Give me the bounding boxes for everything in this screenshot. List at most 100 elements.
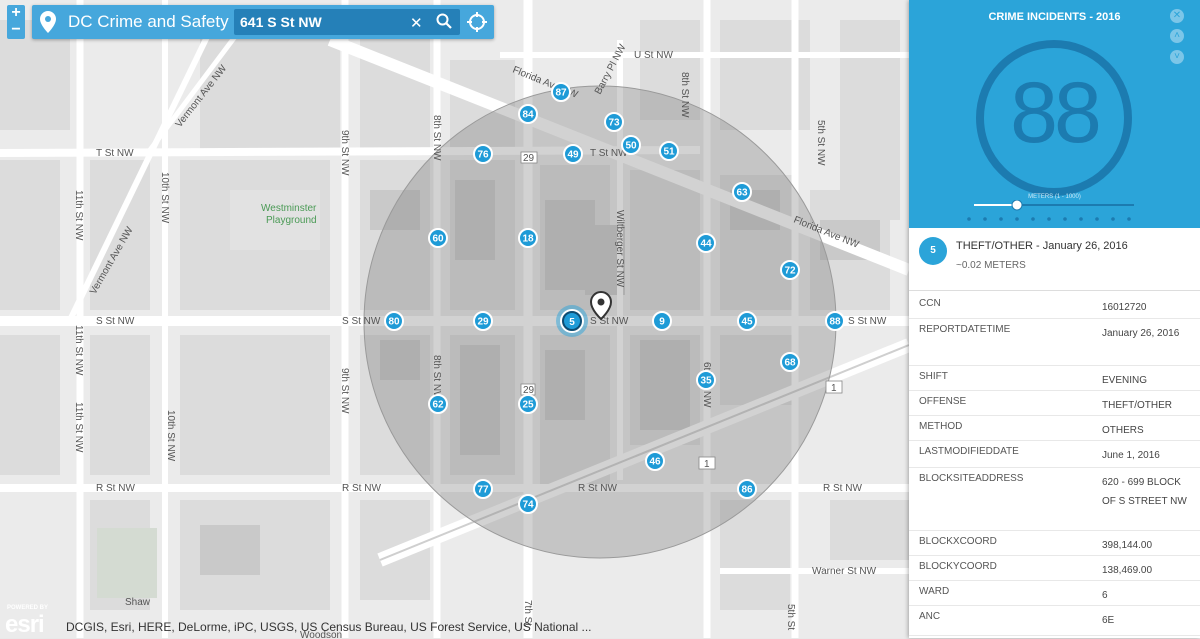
- incident-summary: CRIME INCIDENTS - 2016 ✕ ˄ ˅ 88 METERS (…: [909, 0, 1200, 228]
- field-value: 398,144.00: [1102, 540, 1153, 551]
- zoom-in-button[interactable]: +: [7, 5, 25, 22]
- map-attribution[interactable]: DCGIS, Esri, HERE, DeLorme, iPC, USGS, U…: [66, 620, 592, 634]
- field-value: 620 - 699 BLOCK OF S STREET NW: [1102, 477, 1187, 507]
- incident-marker[interactable]: 63: [732, 182, 752, 202]
- incident-marker[interactable]: 18: [518, 228, 538, 248]
- incident-marker-label: 51: [663, 147, 675, 158]
- incident-marker-label: 29: [477, 317, 489, 328]
- incident-marker[interactable]: 88: [825, 311, 845, 331]
- incident-marker-label: 45: [741, 317, 753, 328]
- incident-marker[interactable]: 86: [737, 479, 757, 499]
- field-key: REPORTDATETIME: [919, 324, 1011, 335]
- svg-text:29: 29: [523, 153, 535, 164]
- map-pin-icon: [40, 11, 56, 33]
- incident-marker[interactable]: 62: [428, 394, 448, 414]
- incident-marker[interactable]: 49: [563, 144, 583, 164]
- incident-marker[interactable]: 73: [604, 112, 624, 132]
- incident-marker-label: 62: [432, 400, 444, 411]
- incident-marker[interactable]: 50: [621, 135, 641, 155]
- field-row-lastmodifieddate: LASTMODIFIEDDATE June 1, 2016: [909, 440, 1200, 468]
- incident-marker-label: 72: [784, 266, 796, 277]
- esri-logo[interactable]: esri: [5, 611, 45, 639]
- incident-marker-label: 74: [522, 500, 534, 511]
- incident-marker[interactable]: 68: [780, 352, 800, 372]
- svg-text:Wiltberger St NW: Wiltberger St NW: [614, 210, 625, 288]
- incident-marker-label: 25: [522, 400, 534, 411]
- svg-text:Playground: Playground: [266, 215, 317, 226]
- field-row-reportdatetime: REPORTDATETIME January 26, 2016: [909, 318, 1200, 366]
- close-panel-button[interactable]: ✕: [1170, 9, 1184, 23]
- incident-marker[interactable]: 72: [780, 260, 800, 280]
- field-row-anc: ANC 6E: [909, 605, 1200, 636]
- shaw-park: [97, 528, 157, 598]
- svg-text:5th St: 5th St: [785, 604, 796, 630]
- field-value: 138,469.00: [1102, 565, 1153, 576]
- svg-text:S St NW: S St NW: [590, 316, 629, 327]
- selected-incident-marker[interactable]: 5: [556, 305, 588, 337]
- field-row-blocksiteaddress: BLOCKSITEADDRESS 620 - 699 BLOCK OF S STR…: [909, 467, 1200, 531]
- field-row-offense: OFFENSE THEFT/OTHER: [909, 390, 1200, 416]
- incident-marker-label: 88: [829, 317, 841, 328]
- field-key: ANC: [919, 611, 941, 622]
- field-value: 6E: [1102, 615, 1115, 626]
- field-row-ccn: CCN 16012720: [909, 292, 1200, 319]
- chevron-up-icon[interactable]: ˄: [1170, 29, 1184, 43]
- incident-marker[interactable]: 35: [696, 370, 716, 390]
- field-row-method: METHOD OTHERS: [909, 415, 1200, 441]
- incident-badge: 5: [919, 237, 947, 265]
- clear-icon[interactable]: ✕: [410, 14, 423, 32]
- search-box: ✕: [234, 9, 460, 35]
- field-key: WARD: [919, 586, 950, 597]
- incident-marker-label: 73: [608, 118, 620, 129]
- field-key: BLOCKXCOORD: [919, 536, 997, 547]
- radius-slider[interactable]: [964, 200, 1144, 226]
- field-value: OTHERS: [1102, 425, 1144, 436]
- chevron-down-icon[interactable]: ˅: [1170, 50, 1184, 64]
- app-title: DC Crime and Safety: [68, 12, 229, 31]
- incident-panel: CRIME INCIDENTS - 2016 ✕ ˄ ˅ 88 METERS (…: [909, 0, 1200, 638]
- svg-text:8th St NW: 8th St NW: [679, 72, 690, 118]
- svg-text:11th St NW: 11th St NW: [73, 402, 84, 453]
- incident-marker[interactable]: 76: [473, 144, 493, 164]
- zoom-out-button[interactable]: −: [7, 22, 25, 39]
- incident-marker[interactable]: 9: [652, 311, 672, 331]
- incident-marker[interactable]: 25: [518, 394, 538, 414]
- field-value: THEFT/OTHER: [1102, 400, 1172, 411]
- incident-marker[interactable]: 29: [473, 311, 493, 331]
- slider-handle: [1011, 200, 1023, 211]
- svg-text:Warner St NW: Warner St NW: [812, 566, 877, 577]
- incident-marker[interactable]: 84: [518, 104, 538, 124]
- svg-text:R St NW: R St NW: [96, 483, 135, 494]
- address-search-input[interactable]: [240, 12, 400, 32]
- incident-marker[interactable]: 45: [737, 311, 757, 331]
- incident-marker-label: 86: [741, 485, 753, 496]
- incident-marker[interactable]: 44: [696, 233, 716, 253]
- svg-text:9th St NW: 9th St NW: [339, 368, 350, 414]
- svg-text:10th St NW: 10th St NW: [165, 410, 176, 462]
- field-value: 6: [1102, 590, 1108, 601]
- field-key: BLOCKYCOORD: [919, 561, 997, 572]
- incident-marker[interactable]: 80: [384, 311, 404, 331]
- panel-title: CRIME INCIDENTS - 2016: [988, 11, 1121, 23]
- svg-text:Westminster: Westminster: [261, 203, 317, 214]
- incident-marker[interactable]: 87: [551, 82, 571, 102]
- incident-marker-label: 68: [784, 358, 796, 369]
- svg-text:11th St NW: 11th St NW: [73, 325, 84, 376]
- svg-text:1: 1: [831, 383, 837, 394]
- incident-marker[interactable]: 60: [428, 228, 448, 248]
- svg-text:11th St NW: 11th St NW: [73, 190, 84, 241]
- incident-count: 88: [1010, 65, 1102, 161]
- field-value: June 1, 2016: [1102, 450, 1160, 461]
- svg-text:5: 5: [569, 317, 575, 328]
- incident-marker[interactable]: 74: [518, 494, 538, 514]
- incident-marker-label: 18: [522, 234, 534, 245]
- field-value: EVENING: [1102, 375, 1148, 386]
- field-value: January 26, 2016: [1102, 328, 1180, 339]
- incident-marker[interactable]: 51: [659, 141, 679, 161]
- incident-marker[interactable]: 77: [473, 479, 493, 499]
- field-key: METHOD: [919, 421, 963, 432]
- locate-me-icon[interactable]: [467, 12, 487, 32]
- svg-text:Shaw: Shaw: [125, 597, 151, 608]
- incident-marker[interactable]: 46: [645, 451, 665, 471]
- search-icon[interactable]: [436, 13, 452, 29]
